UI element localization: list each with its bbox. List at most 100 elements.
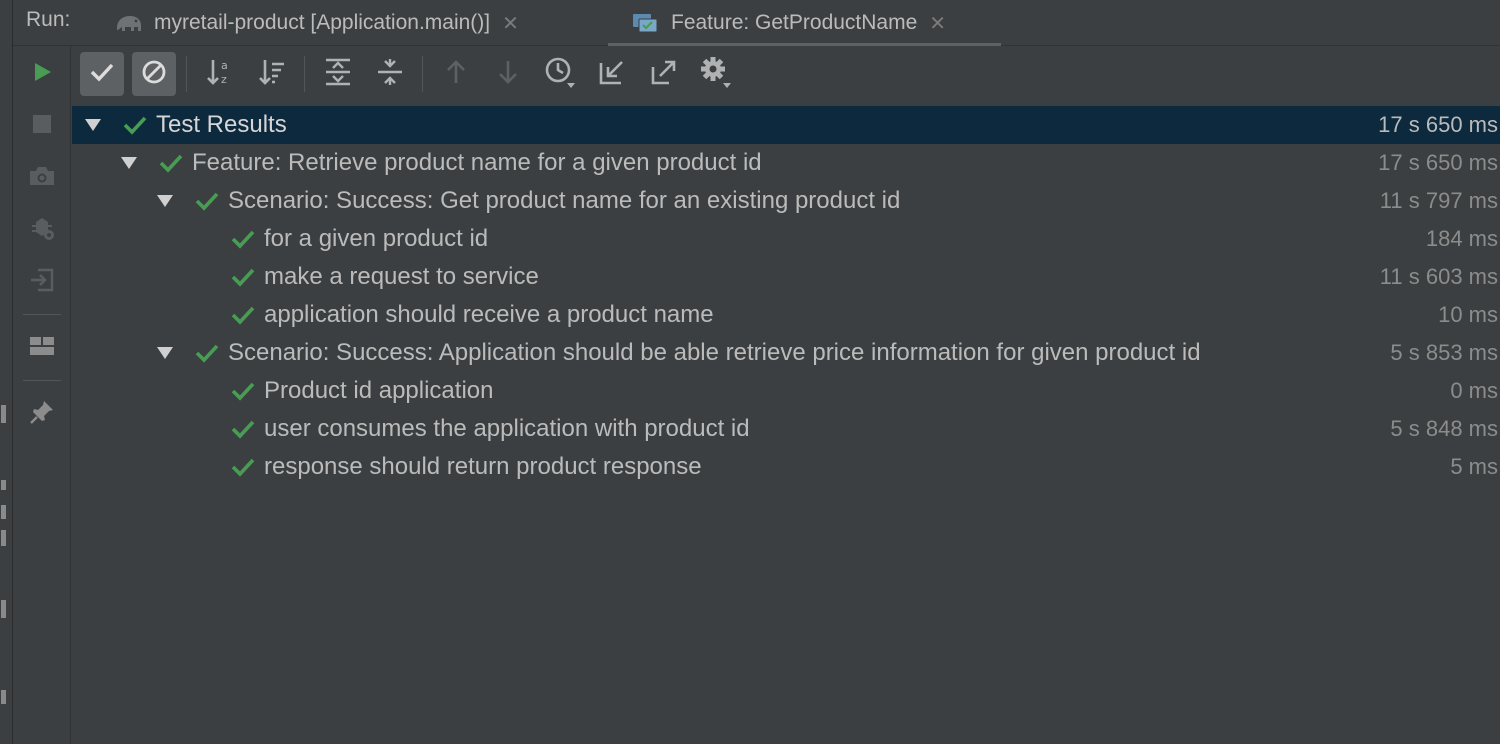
passed-check-icon (230, 456, 256, 478)
next-failed-button[interactable] (486, 52, 530, 96)
passed-check-icon (194, 342, 220, 364)
tree-feature-row[interactable]: Feature: Retrieve product name for a giv… (72, 144, 1500, 182)
dump-threads-button[interactable] (26, 162, 58, 194)
tree-step-row[interactable]: user consumes the application with produ… (72, 410, 1500, 448)
tree-node-label: user consumes the application with produ… (264, 415, 750, 442)
test-history-button[interactable] (538, 52, 582, 96)
tab-label: Feature: GetProductName (671, 11, 918, 34)
tree-step-row[interactable]: Product id application 0 ms (72, 372, 1500, 410)
edge-marker (1, 530, 6, 546)
passed-check-icon (230, 266, 256, 288)
export-results-icon (649, 57, 679, 92)
tree-node-label: for a given product id (264, 225, 489, 252)
passed-check-icon (194, 190, 220, 212)
stop-icon (31, 113, 53, 140)
import-tests-icon (597, 57, 627, 92)
restore-layout-button[interactable] (26, 332, 58, 364)
tree-root-row[interactable]: Test Results 17 s 650 ms (72, 106, 1500, 144)
chevron-down-icon[interactable] (120, 155, 138, 171)
rerun-button[interactable] (26, 58, 58, 90)
sort-by-duration-icon (257, 57, 287, 92)
chevron-down-icon[interactable] (84, 117, 102, 133)
tree-node-label: Feature: Retrieve product name for a giv… (192, 149, 762, 176)
previous-failed-button[interactable] (434, 52, 478, 96)
settings-button[interactable] (694, 52, 738, 96)
test-toolbar: az (72, 46, 1500, 102)
chevron-down-icon[interactable] (156, 193, 174, 209)
expand-all-button[interactable] (316, 52, 360, 96)
passed-check-icon (158, 152, 184, 174)
settings-gear-icon (699, 55, 733, 94)
duration-label: 17 s 650 ms (1378, 112, 1498, 137)
run-tab-bar: Run: myretail-product [Application.main(… (13, 0, 1500, 47)
svg-text:z: z (221, 73, 227, 86)
tree-node-label: application should receive a product nam… (264, 301, 714, 328)
toolbar-separator (23, 380, 61, 381)
tree-node-label: Product id application (264, 377, 494, 404)
close-icon[interactable]: ✕ (502, 11, 519, 36)
test-history-icon (543, 55, 577, 94)
next-failed-icon (495, 58, 521, 91)
duration-label: 17 s 650 ms (1378, 150, 1498, 175)
show-ignored-icon (140, 58, 168, 91)
tab-myretail-product[interactable]: myretail-product [Application.main()] ✕ (114, 0, 594, 46)
duration-label: 5 s 853 ms (1390, 340, 1498, 365)
exit-button[interactable] (26, 266, 58, 298)
run-label: Run: (26, 8, 71, 31)
debug-settings-button[interactable] (26, 214, 58, 246)
duration-label: 0 ms (1450, 378, 1498, 403)
tab-label: myretail-product [Application.main()] (154, 11, 491, 34)
sort-by-duration-button[interactable] (250, 52, 294, 96)
stop-button[interactable] (26, 110, 58, 142)
tree-step-row[interactable]: application should receive a product nam… (72, 296, 1500, 334)
toolbar-separator (23, 314, 61, 315)
tab-feature-getproductname[interactable]: Feature: GetProductName ✕ (608, 0, 1001, 47)
passed-check-icon (230, 304, 256, 326)
tree-step-row[interactable]: make a request to service 11 s 603 ms (72, 258, 1500, 296)
tree-scenario-row[interactable]: Scenario: Success: Application should be… (72, 334, 1500, 372)
tree-node-label: make a request to service (264, 263, 539, 290)
tree-node-label: response should return product response (264, 453, 702, 480)
duration-label: 11 s 797 ms (1379, 188, 1498, 213)
import-tests-button[interactable] (590, 52, 634, 96)
left-edge-strip (0, 0, 13, 744)
collapse-all-icon (375, 57, 405, 92)
chevron-down-icon[interactable] (156, 345, 174, 361)
tree-scenario-row[interactable]: Scenario: Success: Get product name for … (72, 182, 1500, 220)
tree-node-label: Scenario: Success: Application should be… (228, 339, 1201, 366)
gradle-elephant-icon (114, 11, 144, 35)
show-passed-button[interactable] (80, 52, 124, 96)
layout-icon (28, 334, 56, 363)
camera-icon (28, 164, 56, 193)
svg-text:a: a (221, 59, 228, 72)
sort-alphabetically-button[interactable]: az (198, 52, 242, 96)
edge-marker (1, 480, 6, 490)
pin-icon (28, 398, 56, 431)
toolbar-separator (422, 56, 423, 92)
passed-check-icon (230, 228, 256, 250)
duration-label: 5 ms (1450, 454, 1498, 479)
previous-failed-icon (443, 58, 469, 91)
tree-step-row[interactable]: for a given product id 184 ms (72, 220, 1500, 258)
run-side-toolbar (13, 46, 71, 744)
exit-icon (28, 266, 56, 299)
debug-settings-icon (28, 214, 56, 247)
run-icon (30, 60, 54, 89)
passed-check-icon (230, 380, 256, 402)
pin-tab-button[interactable] (26, 398, 58, 430)
tree-node-label: Test Results (156, 111, 287, 138)
close-icon[interactable]: ✕ (929, 11, 946, 36)
edge-marker (1, 505, 6, 519)
show-passed-icon (89, 61, 115, 88)
expand-all-icon (323, 57, 353, 92)
sort-alphabetically-icon: az (205, 57, 235, 92)
toolbar-separator (304, 56, 305, 92)
tree-step-row[interactable]: response should return product response 5… (72, 448, 1500, 486)
duration-label: 184 ms (1425, 226, 1498, 251)
show-ignored-button[interactable] (132, 52, 176, 96)
test-results-tree: Test Results 17 s 650 ms Feature: Retrieve… (72, 104, 1500, 744)
passed-check-icon (230, 418, 256, 440)
toolbar-separator (186, 56, 187, 92)
export-results-button[interactable] (642, 52, 686, 96)
collapse-all-button[interactable] (368, 52, 412, 96)
